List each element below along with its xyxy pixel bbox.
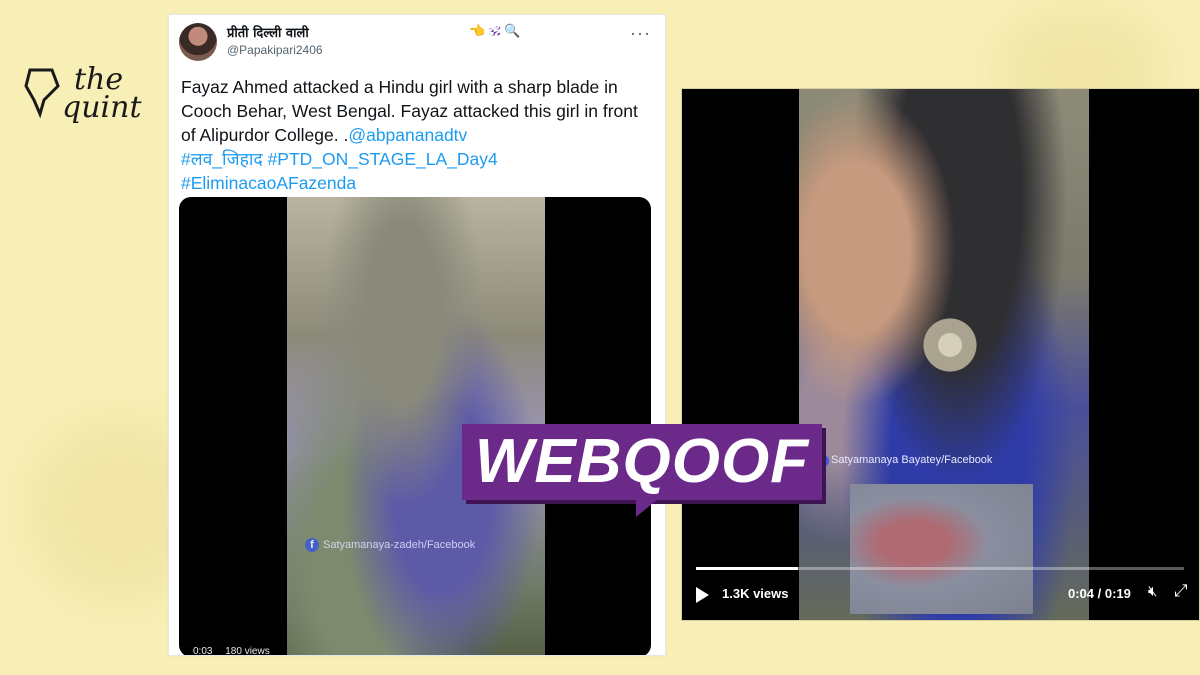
tweet-card: प्रीती दिल्ली वाली 👈 🕉 🔍 @Papakipari2406… [168, 14, 666, 656]
play-icon[interactable] [696, 587, 709, 603]
video-time: 0:04 / 0:19 [1068, 586, 1131, 601]
watermark-text: Satyamanaya-zadeh/Facebook [323, 539, 476, 551]
tweet-video-watermark: f Satyamanaya-zadeh/Facebook [297, 538, 476, 552]
logo-word-quint: quint [62, 90, 142, 125]
mute-icon[interactable]: 🔇︎ [1148, 583, 1157, 600]
facebook-icon: f [305, 538, 319, 552]
video-views: 1.3K views [722, 586, 789, 601]
hashtag-link[interactable]: #EliminacaoAFazenda [181, 173, 356, 193]
video-frame-detail [900, 315, 1000, 375]
tweet-video-stats: 0:03 180 views [193, 646, 270, 656]
avatar[interactable] [179, 23, 217, 61]
display-name[interactable]: प्रीती दिल्ली वाली [227, 23, 309, 41]
the-quint-logo: the quint [22, 62, 162, 132]
name-emoji-badges: 👈 🕉 🔍 [469, 23, 521, 38]
video-player[interactable]: f Satyamanaya Bayatey/Facebook 1.3K views… [681, 88, 1200, 621]
webqoof-badge: WEBQOOF [462, 424, 822, 500]
webqoof-badge-tail [636, 499, 658, 517]
more-icon[interactable]: ··· [630, 23, 651, 44]
video-watermark: f Satyamanaya Bayatey/Facebook [817, 454, 992, 467]
quint-logo-mark-icon [24, 68, 60, 118]
watermark-text: Satyamanaya Bayatey/Facebook [831, 454, 993, 466]
tweet-video-views: 180 views [225, 646, 270, 656]
user-handle[interactable]: @Papakipari2406 [227, 43, 323, 57]
tweet-video-time: 0:03 [193, 646, 213, 656]
blurred-region [850, 484, 1033, 614]
webqoof-label: WEBQOOF [474, 427, 810, 496]
hashtag-link[interactable]: #लव_जिहाद [181, 149, 263, 169]
video-progress-fill [696, 567, 799, 570]
video-progress-bar[interactable] [696, 567, 1184, 570]
hashtag-link[interactable]: #PTD_ON_STAGE_LA_Day4 [268, 149, 498, 169]
mention-link[interactable]: @abpananadtv [348, 125, 467, 145]
fullscreen-icon[interactable]: ⤢ [1174, 581, 1188, 601]
tweet-text: Fayaz Ahmed attacked a Hindu girl with a… [181, 75, 653, 195]
